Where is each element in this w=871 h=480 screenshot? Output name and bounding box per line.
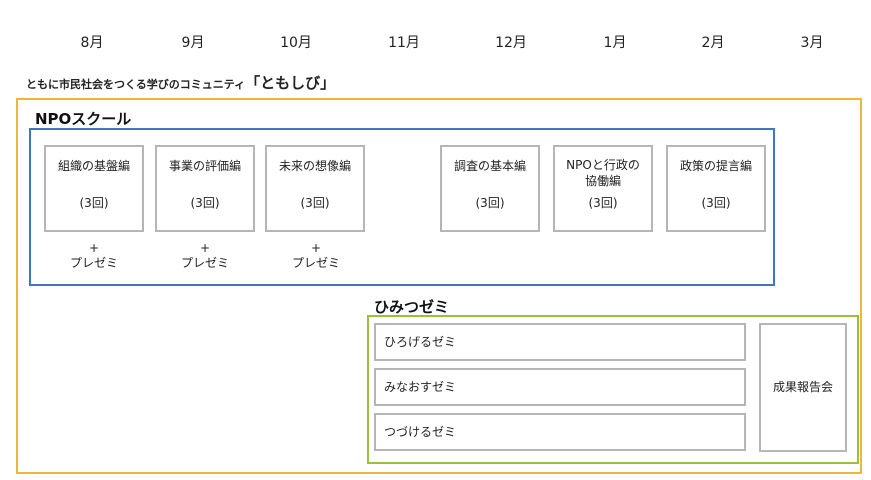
course-count: (3回) [701,196,731,210]
plus-sign: + [199,241,211,255]
month-label: 2月 [701,35,725,51]
course-box-research: 調査の基本編 (3回) [440,145,540,232]
month-label: 1月 [603,35,627,51]
month-label: 11月 [388,35,420,51]
month-label: 8月 [80,35,104,51]
subtitle-text: ともに市民社会をつくる学びのコミュニティ [26,78,246,91]
pre-seminar-note: + プレゼミ [266,241,366,271]
course-count: (3回) [79,196,109,210]
course-box-policy: 政策の提言編 (3回) [666,145,766,232]
course-name-line2: 協働編 [584,174,621,188]
month-label: 9月 [181,35,205,51]
npo-school-title: NPOスクール [35,110,132,128]
course-count: (3回) [300,196,330,210]
course-box-collaboration: NPOと行政の 協働編 (3回) [553,145,653,232]
course-name: 組織の基盤編 [57,159,130,173]
course-count: (3回) [588,196,618,210]
course-name: 未来の想像編 [278,159,351,173]
month-label: 10月 [280,35,312,51]
course-name: 事業の評価編 [168,159,241,173]
subtitle-name: 「ともしび」 [245,74,336,92]
course-box-organization: 組織の基盤編 (3回) [44,145,144,232]
plus-sign: + [88,241,100,255]
course-name: 調査の基本編 [453,159,526,173]
zemi-item-hirogeru: ひろげるゼミ [374,323,746,361]
pre-seminar-label: プレゼミ [180,256,229,270]
pre-seminar-label: プレゼミ [69,256,118,270]
pre-seminar-label: プレゼミ [291,256,340,270]
month-label: 3月 [800,35,824,51]
course-count: (3回) [475,196,505,210]
himitsu-zemi-title: ひみつゼミ [374,298,450,316]
pre-seminar-note: + プレゼミ [155,241,255,271]
course-count: (3回) [190,196,220,210]
course-box-future: 未来の想像編 (3回) [265,145,365,232]
course-name: NPOと行政の 協働編 [555,157,651,189]
community-subtitle: ともに市民社会をつくる学びのコミュニティ「ともしび」 [26,72,335,93]
month-label: 12月 [495,35,527,51]
course-name-line1: NPOと行政の [566,158,640,172]
course-name: 政策の提言編 [679,159,752,173]
pre-seminar-note: + プレゼミ [44,241,144,271]
zemi-item-minaosu: みなおすゼミ [374,368,746,406]
course-box-evaluation: 事業の評価編 (3回) [155,145,255,232]
zemi-item-tsuzukeru: つづけるゼミ [374,413,746,451]
plus-sign: + [310,241,322,255]
results-report-box: 成果報告会 [759,323,847,452]
